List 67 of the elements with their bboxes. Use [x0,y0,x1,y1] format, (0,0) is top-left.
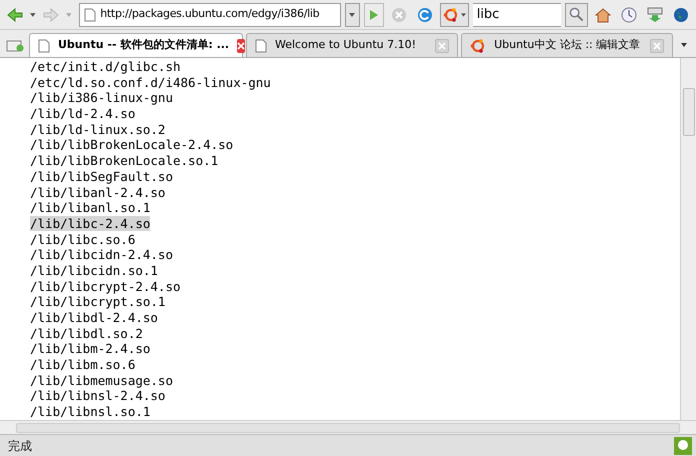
tab[interactable]: Ubuntu中文 论坛 :: 编辑文章 [461,33,674,57]
caret-icon [681,43,688,47]
file-path: /lib/libdl-2.4.so [30,310,158,325]
search-icon [569,7,584,22]
scrollbar-thumb[interactable] [682,88,694,136]
file-path: /lib/i386-linux-gnu [30,90,173,106]
caret-icon [349,12,356,16]
file-path: /lib/libm-2.4.so [30,341,150,356]
file-path: /lib/libdl.so.2 [30,326,143,341]
file-path: /lib/libm.so.6 [30,357,136,372]
url-dropdown-button[interactable] [344,2,360,26]
status-icon[interactable] [674,436,692,454]
ubuntu-logo-icon [470,38,486,54]
close-tab-button[interactable] [650,38,664,52]
search-button[interactable] [565,2,588,26]
file-path: /lib/libnsl.so.1 [30,404,150,420]
file-path: /lib/ld-linux.so.2 [30,122,166,137]
file-path: /lib/ld-2.4.so [30,106,136,122]
close-tab-button[interactable] [237,38,246,52]
close-icon [438,42,446,50]
file-path: /lib/libcidn.so.1 [30,262,158,278]
horizontal-scrollbar[interactable] [0,420,696,434]
vertical-scrollbar[interactable] [680,58,696,420]
close-tab-button[interactable] [435,38,450,52]
play-icon [369,8,380,20]
file-path: /lib/libmemusage.so [30,372,173,388]
address-field[interactable]: http://packages.ubuntu.com/edgy/i386/lib [79,2,341,26]
file-path: /lib/libBrokenLocale-2.4.so [30,137,234,152]
tab-title: Ubuntu -- 软件包的文件清单: ... [58,37,230,54]
stop-icon [391,6,408,22]
back-arrow-icon [7,6,23,22]
close-icon [653,42,662,50]
file-path: /lib/libc.so.6 [30,232,136,247]
house-icon [594,6,611,22]
tab[interactable]: Ubuntu -- 软件包的文件清单: ... [29,33,243,57]
reload-icon [417,6,434,22]
caret-icon [461,12,466,16]
search-engine-button[interactable] [440,2,469,26]
file-path: /lib/libBrokenLocale.so.1 [30,153,218,168]
file-path: /lib/libc-2.4.so [30,216,150,231]
new-tab-icon [6,39,24,53]
file-path: /lib/libSegFault.so [30,168,173,184]
file-path: /lib/libanl-2.4.so [30,184,166,200]
download-icon [646,6,663,22]
page-icon [38,38,50,52]
search-field[interactable]: libc [472,2,562,26]
status-text: 完成 [7,438,33,454]
scrollbar-thumb[interactable] [16,422,680,432]
url-text: http://packages.ubuntu.com/edgy/i386/lib [100,6,320,22]
page-icon [255,38,267,52]
file-path: /lib/libcrypt-2.4.so [30,278,181,294]
ubuntu-logo-icon [443,6,460,22]
tab[interactable]: Welcome to Ubuntu 7.10! [246,33,458,57]
file-path: /etc/ld.so.conf.d/i486-linux-gnu [30,74,271,90]
clock-icon [620,6,637,22]
dropdown-caret-icon[interactable] [30,12,36,16]
close-icon [237,42,246,50]
forward-arrow-icon [42,6,59,22]
page-icon [84,8,96,22]
tab-title: Welcome to Ubuntu 7.10! [275,37,418,54]
file-path: /lib/libnsl-2.4.so [30,388,166,404]
tab-title: Ubuntu中文 论坛 :: 编辑文章 [494,37,642,54]
file-path: /etc/init.d/glibc.sh [30,59,181,74]
globe-icon [672,6,689,22]
file-path: /lib/libcidn-2.4.so [30,247,173,262]
file-path: /lib/libcrypt.so.1 [30,294,166,310]
file-path: /lib/libanl.so.1 [30,200,150,216]
